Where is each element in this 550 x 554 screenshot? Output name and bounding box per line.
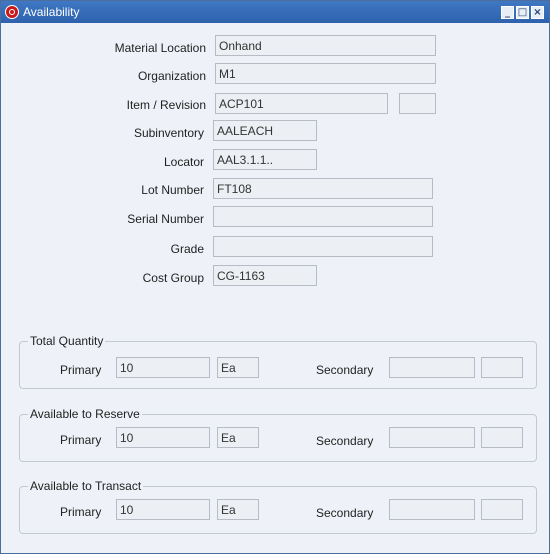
locator-field[interactable]: AAL3.1.1..: [213, 149, 317, 170]
window-title: Availability: [23, 5, 80, 19]
secondary-uom-field[interactable]: [481, 427, 523, 448]
cost-group-label: Cost Group: [142, 271, 204, 285]
secondary-label: Secondary: [316, 363, 374, 377]
grade-label: Grade: [170, 242, 204, 256]
material-location-label: Material Location: [114, 41, 206, 55]
serial-number-field[interactable]: [213, 206, 433, 227]
secondary-quantity-field[interactable]: [389, 357, 475, 378]
availability-window: Availability _ □ × Material Location Onh…: [0, 0, 550, 554]
subinventory-field[interactable]: AALEACH: [213, 120, 317, 141]
locator-label: Locator: [163, 155, 204, 169]
group-title: Available to Reserve: [28, 407, 142, 421]
subinventory-label: Subinventory: [133, 126, 204, 140]
primary-quantity-field[interactable]: 10: [116, 499, 210, 520]
organization-label: Organization: [137, 69, 206, 83]
group-title: Total Quantity: [28, 334, 106, 348]
item-revision-label: Item / Revision: [126, 98, 206, 112]
material-location-field[interactable]: Onhand: [215, 35, 436, 56]
secondary-label: Secondary: [316, 434, 374, 448]
lot-number-field[interactable]: FT108: [213, 178, 433, 199]
title-bar[interactable]: Availability _ □ ×: [1, 1, 549, 23]
total-quantity-group: Total Quantity Primary 10 Ea Secondary: [19, 334, 537, 389]
primary-label: Primary: [60, 433, 102, 447]
primary-label: Primary: [60, 505, 102, 519]
item-field[interactable]: ACP101: [215, 93, 388, 114]
primary-quantity-field[interactable]: 10: [116, 357, 210, 378]
secondary-quantity-field[interactable]: [389, 499, 475, 520]
primary-quantity-field[interactable]: 10: [116, 427, 210, 448]
grade-field[interactable]: [213, 236, 433, 257]
available-to-reserve-group: Available to Reserve Primary 10 Ea Secon…: [19, 407, 537, 462]
minimize-icon[interactable]: _: [501, 6, 514, 19]
cost-group-field[interactable]: CG-1163: [213, 265, 317, 286]
primary-uom-field[interactable]: Ea: [217, 499, 259, 520]
primary-uom-field[interactable]: Ea: [217, 427, 259, 448]
group-title: Available to Transact: [28, 479, 144, 493]
secondary-uom-field[interactable]: [481, 357, 523, 378]
revision-field[interactable]: [399, 93, 436, 114]
close-icon[interactable]: ×: [531, 6, 544, 19]
primary-label: Primary: [60, 363, 102, 377]
secondary-uom-field[interactable]: [481, 499, 523, 520]
serial-number-label: Serial Number: [127, 212, 204, 226]
lot-number-label: Lot Number: [141, 183, 204, 197]
secondary-label: Secondary: [316, 506, 374, 520]
oracle-logo-icon: [5, 5, 19, 19]
secondary-quantity-field[interactable]: [389, 427, 475, 448]
maximize-icon[interactable]: □: [516, 6, 529, 19]
available-to-transact-group: Available to Transact Primary 10 Ea Seco…: [19, 479, 537, 534]
primary-uom-field[interactable]: Ea: [217, 357, 259, 378]
organization-field[interactable]: M1: [215, 63, 436, 84]
